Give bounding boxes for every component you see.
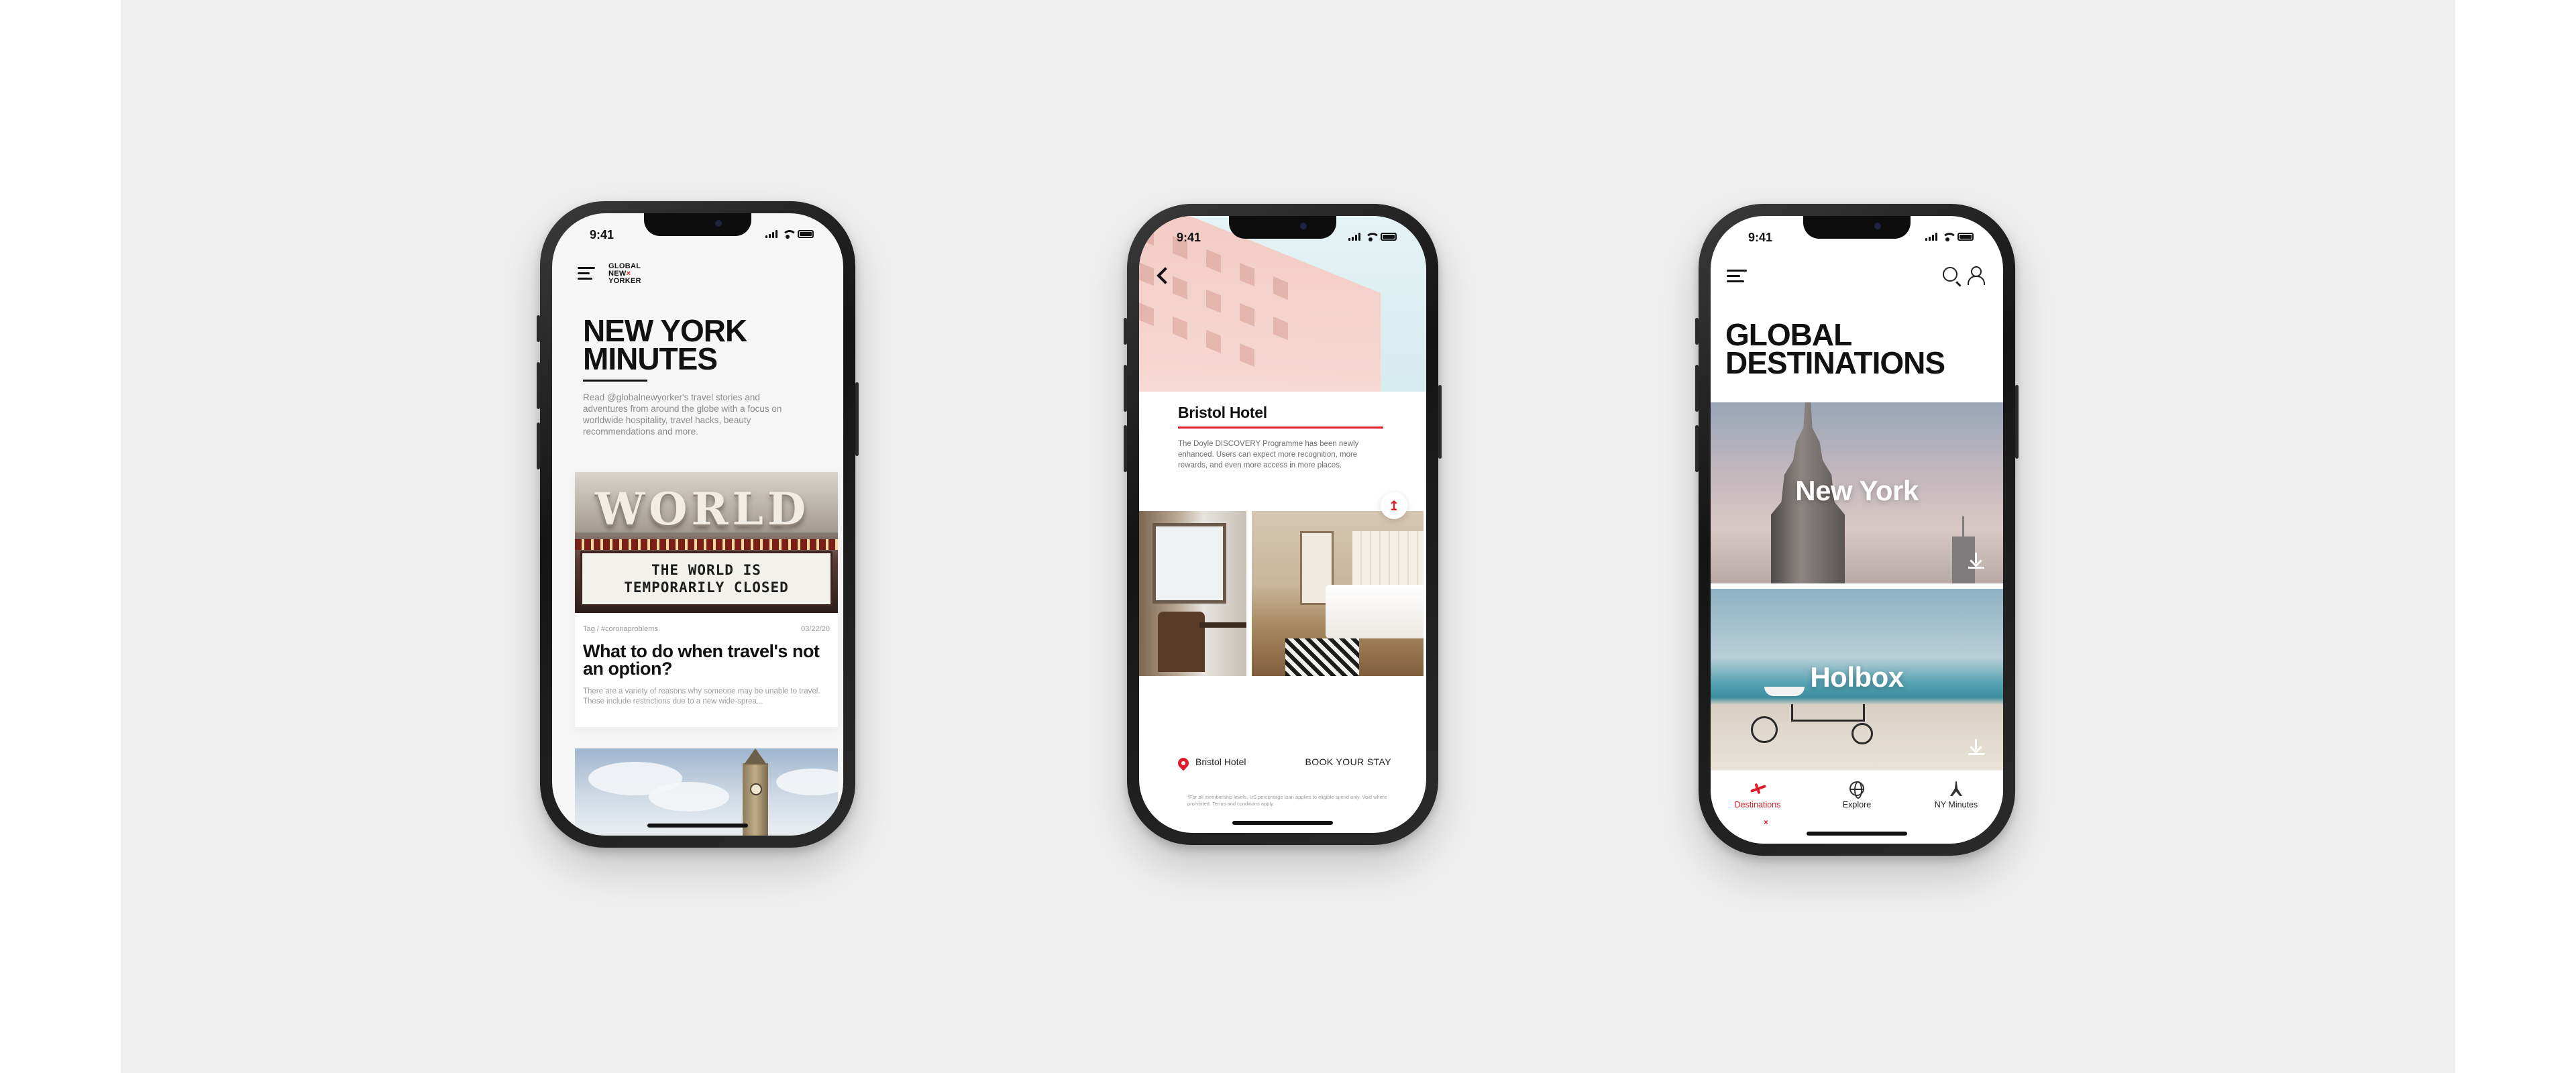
battery-icon [1957, 233, 1974, 241]
fine-print: *For all membership levels. US percentag… [1187, 794, 1387, 807]
signal-icon [1348, 233, 1360, 241]
marquee-line-1: THE WORLD IS [651, 562, 761, 578]
page-description: Read @globalnewyorker's travel stories a… [583, 392, 782, 437]
article-tag[interactable]: Tag / #coronaproblems [583, 625, 658, 633]
tab-ny-minutes[interactable]: NY Minutes [1909, 781, 2003, 809]
screen: 9:41 GLOBAL NEW× YORKER NEW YORK MINUTES… [552, 213, 843, 836]
download-icon[interactable] [1968, 553, 1984, 569]
destination-card-holbox[interactable]: Holbox [1711, 589, 2003, 770]
clock-icon [750, 783, 762, 795]
screen: 9:41 Bristol Hotel The Doyle DISCOVERY P… [1139, 216, 1426, 833]
signal-icon [765, 230, 777, 238]
share-icon[interactable]: ↥ [1381, 492, 1407, 519]
phone-global-destinations: 9:41 GLOBAL DESTINATIONS New York Holbox [1695, 204, 2019, 856]
tab-destinations[interactable]: Destinations [1711, 781, 1805, 809]
menu-icon[interactable] [1727, 270, 1747, 286]
user-icon[interactable] [1967, 266, 1985, 285]
brand-logo[interactable]: GLOBAL NEW× YORKER [608, 263, 641, 285]
hotel-name: Bristol Hotel [1178, 404, 1267, 421]
tab-label: Destinations [1734, 800, 1781, 809]
page-title: NEW YORK MINUTES [583, 313, 747, 376]
tab-explore[interactable]: Explore [1810, 781, 1904, 809]
presentation-stage: 9:41 GLOBAL NEW× YORKER NEW YORK MINUTES… [121, 0, 2455, 1073]
status-time: 9:41 [590, 228, 614, 241]
page-title: GLOBAL DESTINATIONS [1725, 317, 1945, 380]
status-time: 9:41 [1748, 231, 1773, 244]
status-bar: 9:41 [1139, 231, 1426, 249]
gallery-image-bedroom[interactable] [1252, 511, 1424, 676]
destination-name: New York [1795, 475, 1919, 506]
tab-label: Explore [1842, 800, 1872, 809]
status-time: 9:41 [1177, 231, 1201, 244]
article-card-big-ben[interactable] [575, 748, 838, 836]
wifi-icon [1942, 233, 1957, 241]
article-date: 03/22/20 [801, 625, 830, 633]
article-headline[interactable]: What to do when travel's not an option? [583, 642, 824, 678]
gallery-image-lounge[interactable] [1139, 511, 1246, 676]
home-indicator [1232, 821, 1333, 825]
status-bar: 9:41 [552, 228, 843, 247]
active-tab-indicator: × [1764, 817, 1769, 827]
hotel-description: The Doyle DISCOVERY Programme has been n… [1178, 440, 1359, 469]
wifi-icon [782, 230, 797, 239]
article-card[interactable]: WORLD THE WORLD IS TEMPORARILY CLOSED Ta… [575, 472, 838, 727]
destination-card-new-york[interactable]: New York [1711, 402, 2003, 583]
home-indicator [647, 824, 748, 828]
download-icon[interactable] [1968, 739, 1984, 755]
globe-icon [1849, 781, 1864, 799]
accent-underline [1178, 427, 1383, 429]
phone-new-york-minutes: 9:41 GLOBAL NEW× YORKER NEW YORK MINUTES… [537, 201, 859, 848]
battery-icon [1381, 233, 1397, 241]
marquee-line-2: TEMPORARILY CLOSED [624, 579, 789, 596]
article-image: WORLD THE WORLD IS TEMPORARILY CLOSED [575, 472, 838, 613]
plane-icon [1750, 781, 1765, 796]
book-your-stay-button[interactable]: BOOK YOUR STAY [1305, 756, 1391, 767]
destination-name: Holbox [1810, 661, 1904, 693]
eiffel-tower-icon [1949, 781, 1964, 796]
battery-icon [798, 230, 814, 238]
status-bar: 9:41 [1711, 231, 2003, 249]
wifi-icon [1365, 233, 1380, 241]
location-pin-icon [1175, 755, 1191, 771]
phone-hotel-detail: 9:41 Bristol Hotel The Doyle DISCOVERY P… [1124, 204, 1442, 845]
signal-icon [1925, 233, 1937, 241]
screen: 9:41 GLOBAL DESTINATIONS New York Holbox [1711, 216, 2003, 844]
menu-icon[interactable] [578, 267, 595, 283]
article-excerpt: There are a variety of reasons why someo… [583, 687, 820, 705]
title-underline [583, 380, 647, 382]
location-link[interactable]: Bristol Hotel [1195, 756, 1246, 767]
search-icon[interactable] [1943, 267, 1957, 282]
image-word: WORLD [595, 483, 810, 535]
tab-label: NY Minutes [1934, 800, 1978, 809]
home-indicator [1807, 832, 1907, 836]
